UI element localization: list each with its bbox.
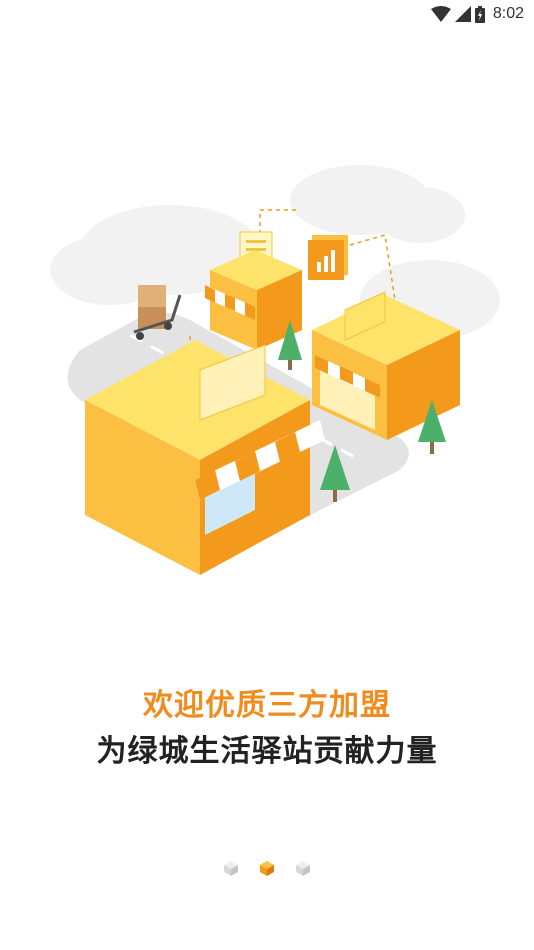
signal-icon [454,6,471,22]
store-illustration-graphic [50,165,500,575]
status-time: 8:02 [492,5,524,22]
onboarding-subline: 为绿城生活驿站贡献力量 [96,734,438,769]
battery-icon [474,5,485,23]
wifi-icon [430,6,451,22]
page-dot-3[interactable] [296,860,310,876]
onboarding-headline: 欢迎优质三方加盟 [143,688,391,723]
page-indicator [0,858,534,878]
page-dot-1[interactable] [224,860,238,876]
status-icons: 8:02 [430,4,524,24]
page-dot-2-active[interactable] [260,860,274,876]
chart-card-icon [308,235,348,280]
status-bar: 8:02 [0,0,534,28]
store-illustration [40,150,500,590]
